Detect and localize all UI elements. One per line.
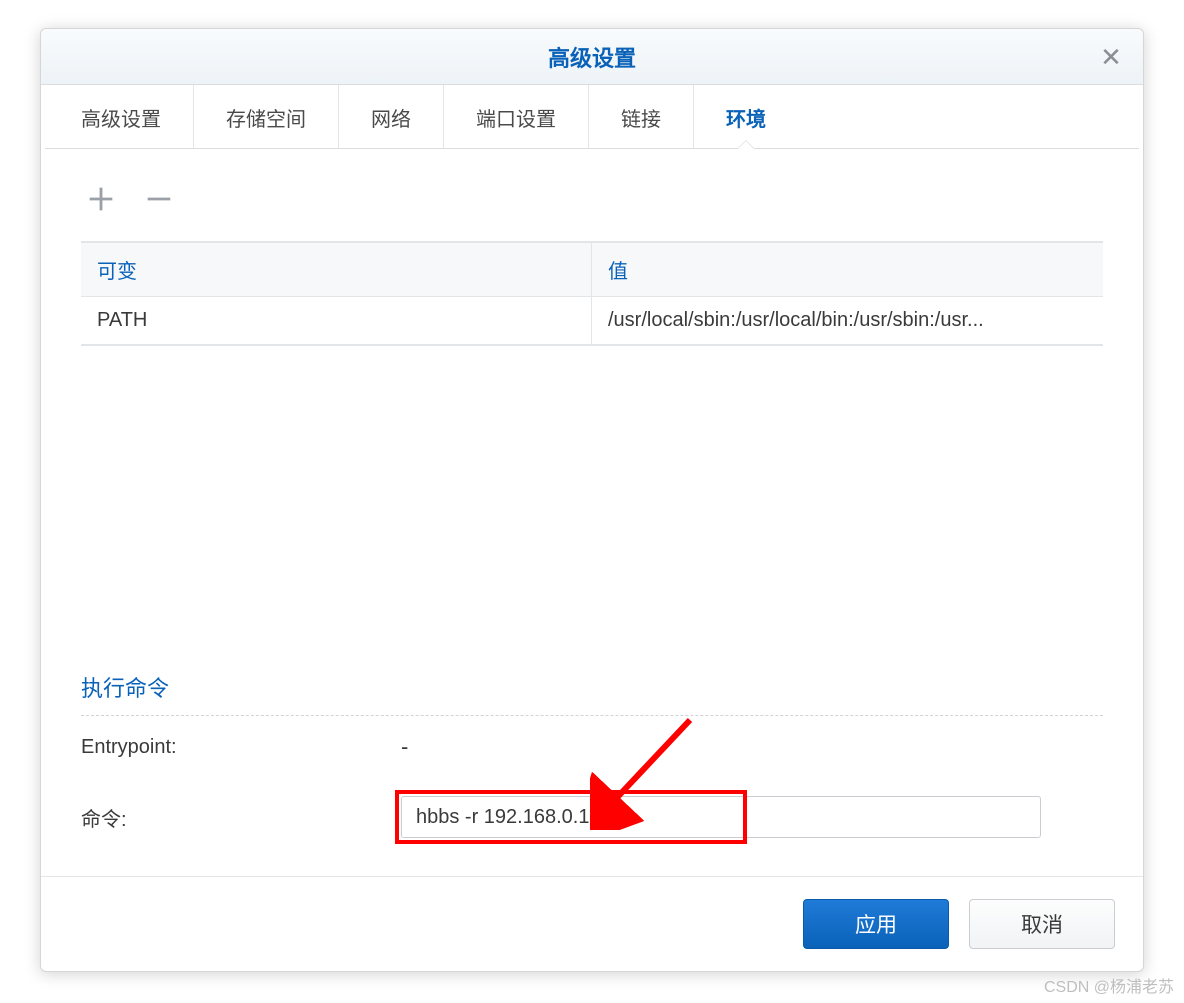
tab-network[interactable]: 网络 xyxy=(339,85,444,148)
env-table-header: 可变 值 xyxy=(81,242,1103,297)
tab-environment[interactable]: 环境 xyxy=(694,85,798,148)
apply-button[interactable]: 应用 xyxy=(803,899,949,949)
th-variable: 可变 xyxy=(81,243,592,296)
command-row: 命令: xyxy=(81,778,1103,856)
dialog-title: 高级设置 xyxy=(548,41,636,73)
dialog-body: 可变 值 PATH /usr/local/sbin:/usr/local/bin… xyxy=(41,149,1143,876)
entrypoint-row: Entrypoint: - xyxy=(81,716,1103,778)
tab-volume[interactable]: 存储空间 xyxy=(194,85,339,148)
remove-icon[interactable] xyxy=(139,179,179,219)
tab-port[interactable]: 端口设置 xyxy=(444,85,589,148)
dialog-titlebar: 高级设置 ✕ xyxy=(41,29,1143,85)
cell-value: /usr/local/sbin:/usr/local/bin:/usr/sbin… xyxy=(592,297,1103,344)
tab-bar: 高级设置 存储空间 网络 端口设置 链接 环境 xyxy=(45,85,1139,149)
entrypoint-label: Entrypoint: xyxy=(81,736,401,759)
command-label: 命令: xyxy=(81,803,401,832)
advanced-settings-dialog: 高级设置 ✕ 高级设置 存储空间 网络 端口设置 链接 环境 可变 值 PATH… xyxy=(40,28,1144,972)
th-value: 值 xyxy=(592,243,1103,296)
cell-variable: PATH xyxy=(81,297,592,344)
tab-links[interactable]: 链接 xyxy=(589,85,694,148)
tab-advanced[interactable]: 高级设置 xyxy=(49,85,194,148)
entrypoint-value: - xyxy=(401,734,408,760)
cancel-button[interactable]: 取消 xyxy=(969,899,1115,949)
add-icon[interactable] xyxy=(81,179,121,219)
command-input[interactable] xyxy=(401,796,1041,838)
exec-section-title: 执行命令 xyxy=(81,631,1103,716)
table-row[interactable]: PATH /usr/local/sbin:/usr/local/bin:/usr… xyxy=(81,297,1103,345)
close-icon[interactable]: ✕ xyxy=(1097,43,1125,71)
env-table: 可变 值 PATH /usr/local/sbin:/usr/local/bin… xyxy=(81,241,1103,346)
dialog-footer: 应用 取消 xyxy=(41,876,1143,971)
watermark: CSDN @杨浦老苏 xyxy=(1044,973,1174,997)
env-toolbar xyxy=(81,173,1103,241)
command-input-wrap xyxy=(401,796,1103,838)
